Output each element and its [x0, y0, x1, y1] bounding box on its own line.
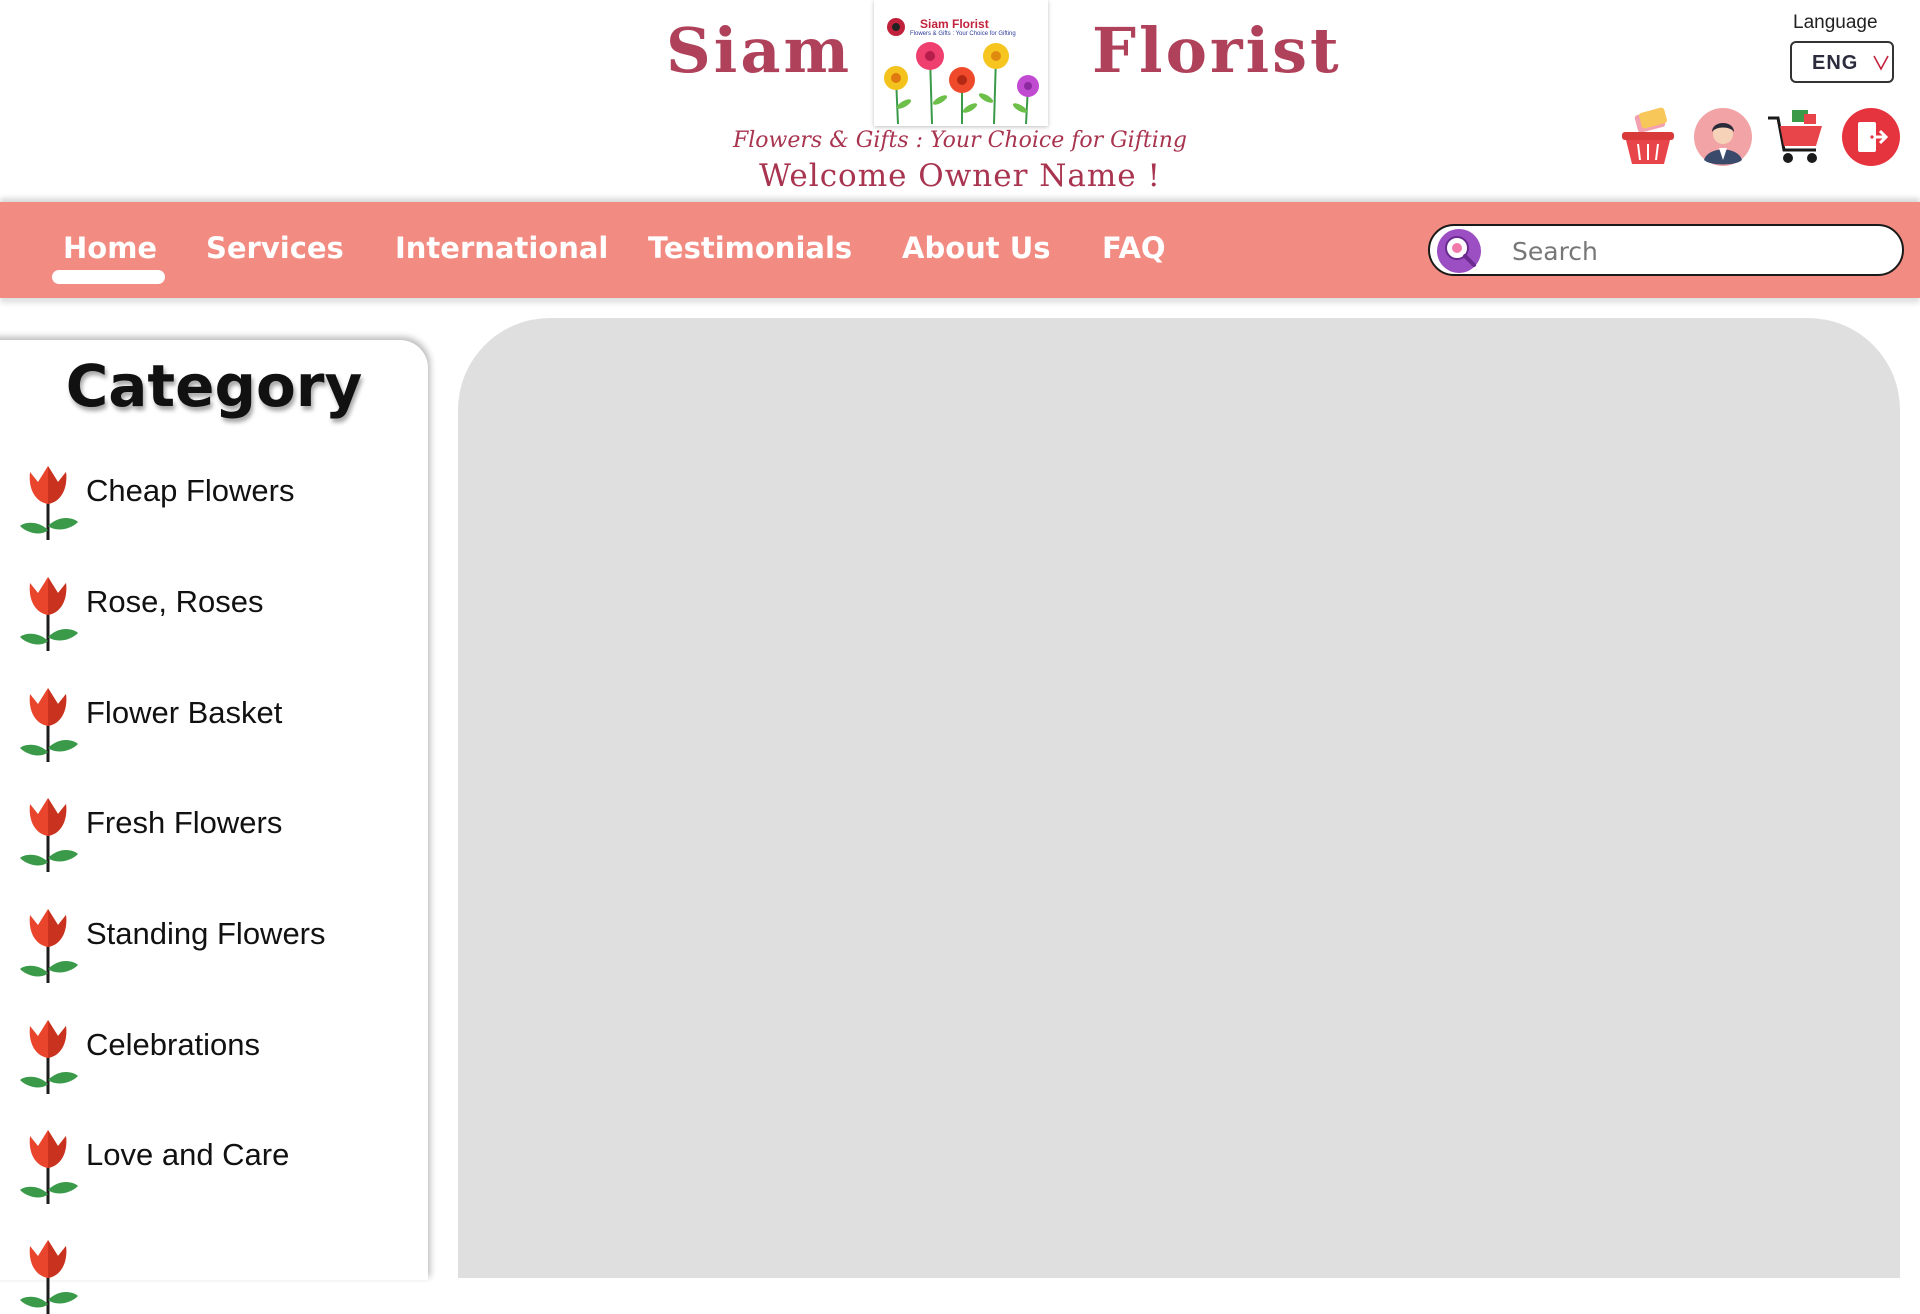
category-item-fresh-flowers[interactable]: Fresh Flowers	[0, 782, 420, 872]
category-item-partial[interactable]	[0, 1224, 420, 1314]
nav-testimonials[interactable]: Testimonials	[648, 231, 852, 265]
language-value: ENG	[1812, 52, 1859, 74]
tulip-icon	[18, 907, 80, 983]
cart-icon[interactable]	[1764, 106, 1826, 168]
nav-active-indicator	[52, 270, 165, 284]
brand-name-right: Florist	[1092, 14, 1342, 87]
tulip-icon	[18, 686, 80, 762]
tulip-icon	[18, 1018, 80, 1094]
tulip-icon	[18, 1238, 80, 1314]
tulip-icon	[18, 796, 80, 872]
main-nav: Home Services International Testimonials…	[0, 202, 1920, 298]
header-icon-tray	[1604, 100, 1920, 182]
search-bar	[1428, 224, 1904, 276]
category-item-rose-roses[interactable]: Rose, Roses	[0, 561, 420, 651]
category-item-love-and-care[interactable]: Love and Care	[0, 1114, 420, 1204]
main-content-panel	[458, 318, 1900, 1278]
nav-international[interactable]: International	[395, 231, 608, 265]
language-select[interactable]: ENG	[1790, 41, 1894, 83]
category-label: Flower Basket	[86, 695, 283, 730]
site-header: Siam Siam Florist Flowers & Gifts: Your…	[0, 0, 1920, 200]
profile-icon[interactable]	[1692, 106, 1754, 168]
logo-subtitle: Flowers & Gifts : Your Choice for Giftin…	[910, 31, 1016, 37]
category-label: Fresh Flowers	[86, 805, 283, 840]
tulip-icon	[18, 464, 80, 540]
search-icon[interactable]	[1436, 228, 1482, 274]
category-item-celebrations[interactable]: Celebrations	[0, 1004, 420, 1094]
brand-name-left: Siam	[666, 14, 853, 87]
nav-home[interactable]: Home	[63, 231, 157, 265]
tulip-icon	[18, 575, 80, 651]
category-label: Cheap Flowers	[86, 473, 295, 508]
category-label: Love and Care	[86, 1137, 290, 1172]
category-item-flower-basket[interactable]: Flower Basket	[0, 672, 420, 762]
category-title: Category	[65, 352, 363, 420]
category-label: Rose, Roses	[86, 584, 264, 619]
category-item-cheap-flowers[interactable]: Cheap Flowers	[0, 450, 420, 540]
category-item-standing-flowers[interactable]: Standing Flowers	[0, 893, 420, 983]
category-label: Celebrations	[86, 1027, 261, 1062]
category-label: Standing Flowers	[86, 916, 326, 951]
chevron-down-icon	[1873, 55, 1889, 71]
logo[interactable]: Siam Florist Flowers & Gifts : Your Choi…	[874, 0, 1048, 126]
nav-services[interactable]: Services	[206, 231, 344, 265]
logo-title: Siam Florist	[920, 17, 989, 31]
nav-faq[interactable]: FAQ	[1102, 231, 1166, 265]
basket-icon[interactable]	[1616, 106, 1678, 168]
language-label: Language	[1793, 12, 1878, 33]
nav-about-us[interactable]: About Us	[902, 231, 1051, 265]
logout-icon[interactable]	[1840, 106, 1902, 168]
category-sidebar: Category Cheap Flowers Rose, Roses Flowe…	[0, 340, 428, 1314]
tulip-icon	[18, 1128, 80, 1204]
search-input[interactable]	[1510, 232, 1884, 270]
